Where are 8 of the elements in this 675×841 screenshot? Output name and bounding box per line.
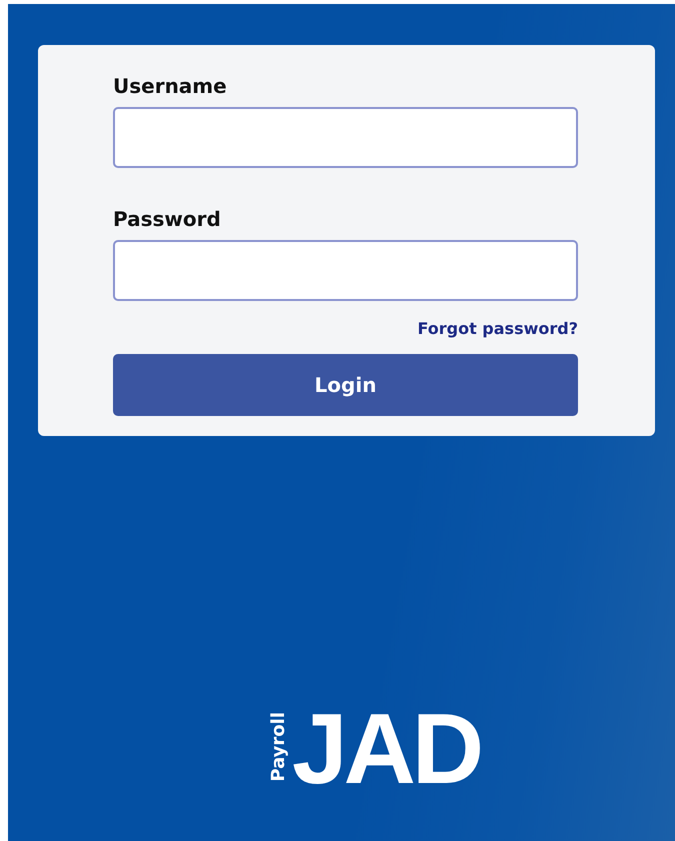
login-button[interactable]: Login (113, 354, 578, 416)
field-label: Password (113, 206, 222, 233)
password-field[interactable] (113, 240, 578, 301)
logo-tagline: Payroll (268, 712, 290, 782)
field-label: Username (113, 73, 228, 100)
forgot-password-link[interactable]: Forgot password? (417, 318, 578, 340)
username-field[interactable] (113, 107, 578, 168)
logo-wordmark: JAD (292, 694, 482, 804)
